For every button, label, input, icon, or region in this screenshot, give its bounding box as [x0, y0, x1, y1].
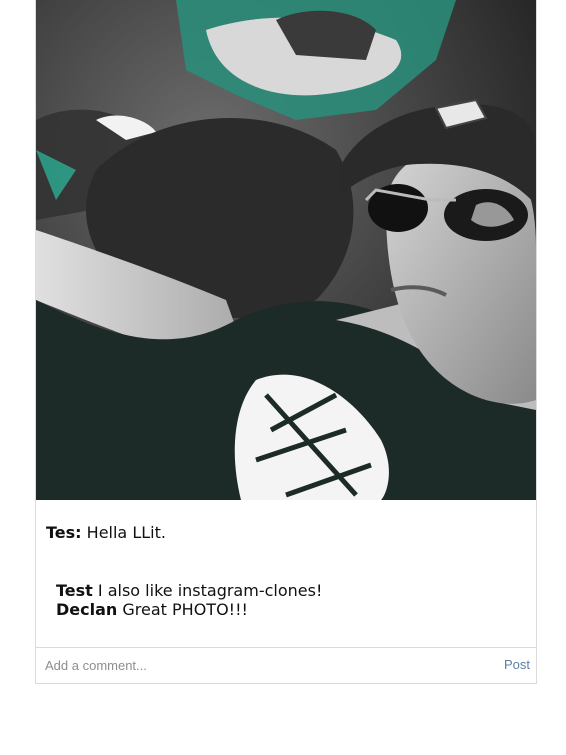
comment-username[interactable]: Test — [56, 581, 93, 600]
comment-username[interactable]: Declan — [56, 600, 117, 619]
add-comment-form: Post — [36, 648, 536, 683]
caption-username[interactable]: Tes: — [46, 523, 82, 542]
comment-input[interactable] — [45, 656, 475, 675]
comment-item: Declan Great PHOTO!!! — [56, 600, 322, 619]
post-photo[interactable] — [36, 0, 536, 500]
comment-text: I also like instagram-clones! — [97, 581, 323, 600]
post-caption: Tes: Hella LLit. — [46, 523, 166, 542]
post-comment-button[interactable]: Post — [504, 657, 530, 672]
post-card: Tes: Hella LLit. Test I also like instag… — [35, 0, 537, 684]
comment-item: Test I also like instagram-clones! — [56, 581, 322, 600]
caption-text: Hella LLit. — [86, 523, 166, 542]
comments-list: Test I also like instagram-clones! Decla… — [56, 581, 322, 619]
comment-text: Great PHOTO!!! — [122, 600, 248, 619]
post-photo-image — [36, 0, 536, 500]
